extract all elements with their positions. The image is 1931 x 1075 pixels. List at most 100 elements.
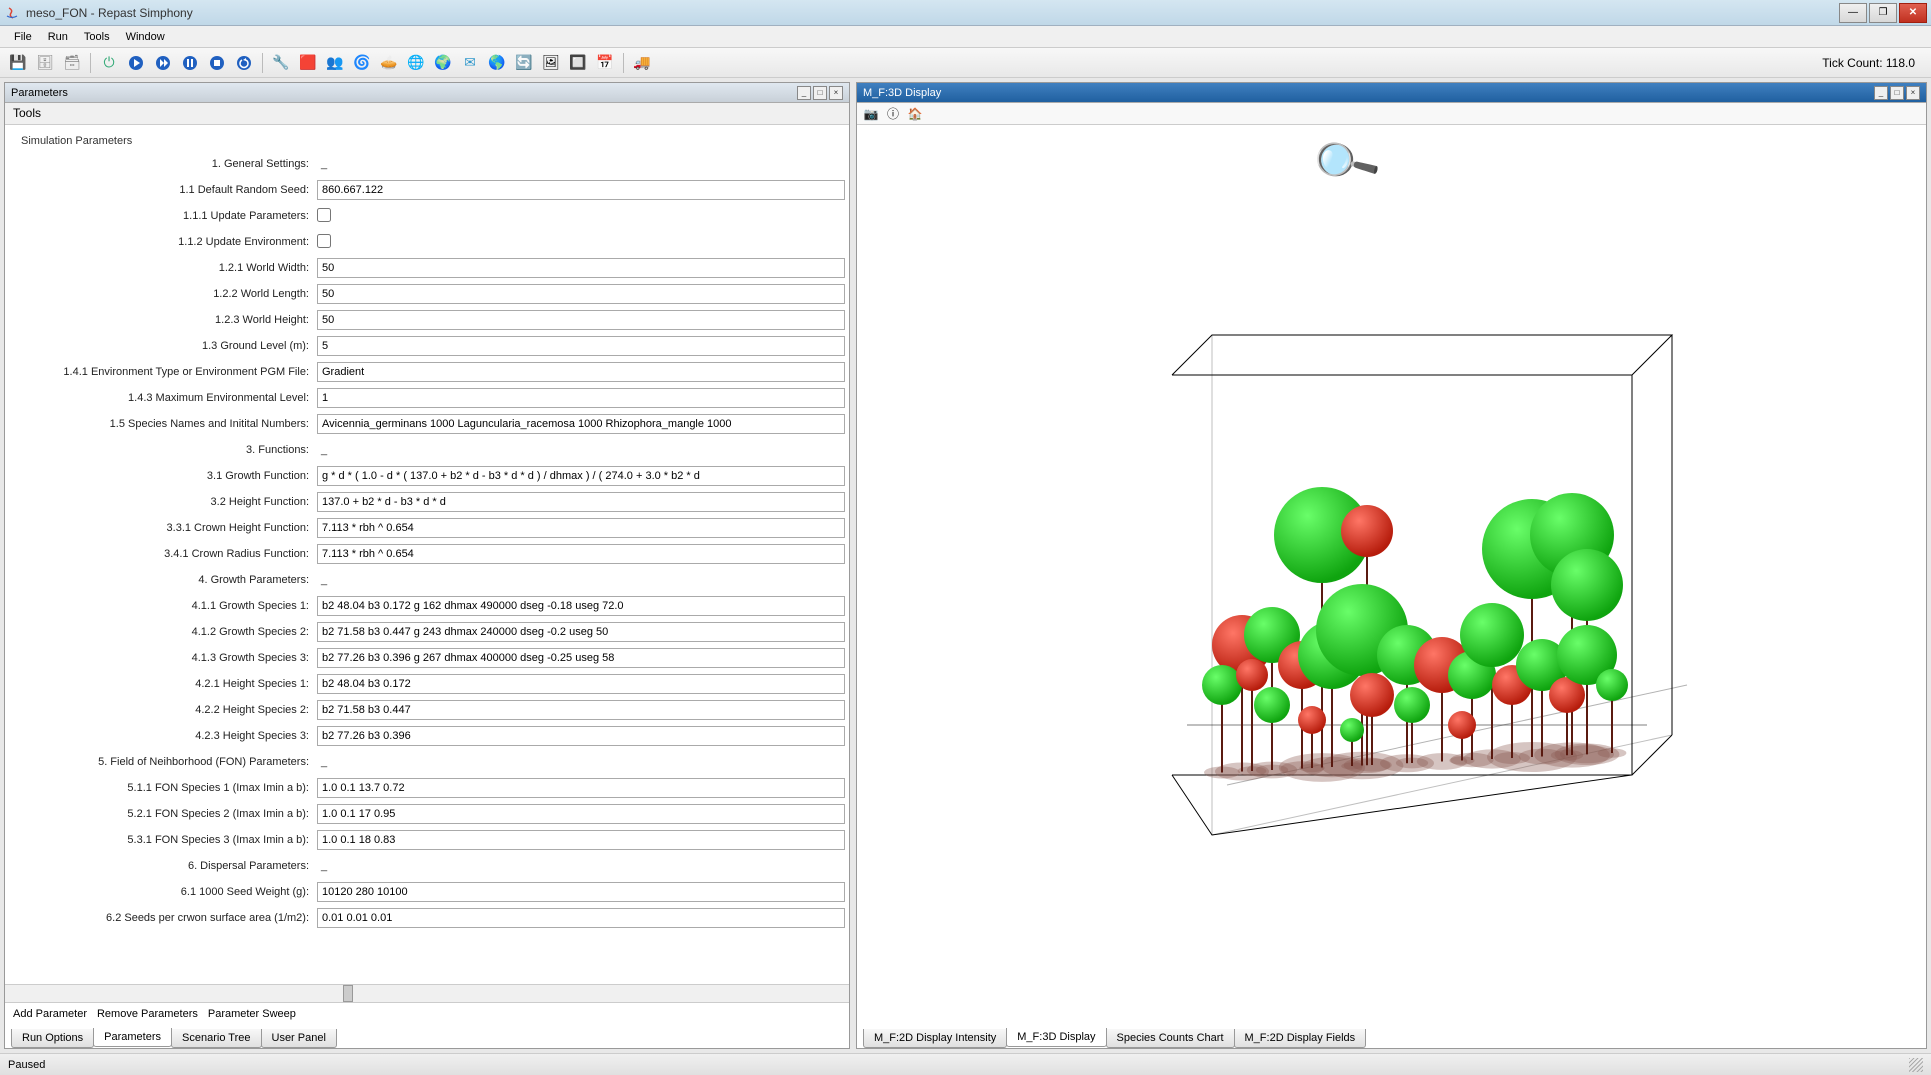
param-input[interactable] xyxy=(317,284,845,304)
param-input[interactable] xyxy=(317,388,845,408)
fieldset-label: Simulation Parameters xyxy=(9,131,845,151)
param-input[interactable] xyxy=(317,622,845,642)
param-checkbox[interactable] xyxy=(317,208,331,222)
param-row: 3. Functions:_ xyxy=(9,437,845,463)
toolbar: 💾 🗄 🗃 ⏻ 🔧 🟥 👥 🌀 🥧 🌐 🌍 ✉ 🌎 🔄 🖼 🔲 📅 🚚 Tick… xyxy=(0,48,1931,78)
camera-icon[interactable]: 📷 xyxy=(863,106,879,122)
maximize-button[interactable]: ❐ xyxy=(1869,3,1897,23)
param-input[interactable] xyxy=(317,466,845,486)
tab[interactable]: User Panel xyxy=(261,1029,337,1048)
power-icon[interactable]: ⏻ xyxy=(97,51,121,75)
resize-grip-icon[interactable] xyxy=(1909,1058,1923,1072)
param-input[interactable] xyxy=(317,492,845,512)
param-input[interactable] xyxy=(317,648,845,668)
param-checkbox[interactable] xyxy=(317,234,331,248)
param-row: 1.2.2 World Length: xyxy=(9,281,845,307)
save-icon[interactable]: 💾 xyxy=(6,51,30,75)
param-input[interactable] xyxy=(317,596,845,616)
param-label: 4.1.1 Growth Species 1: xyxy=(9,600,317,612)
right-tabstrip: M_F:2D Display IntensityM_F:3D DisplaySp… xyxy=(857,1024,1926,1048)
param-input[interactable] xyxy=(317,778,845,798)
tool-mail-icon[interactable]: ✉ xyxy=(458,51,482,75)
menu-file[interactable]: File xyxy=(6,29,40,45)
param-input[interactable] xyxy=(317,726,845,746)
menu-run[interactable]: Run xyxy=(40,29,76,45)
tool-world-icon[interactable]: 🌎 xyxy=(485,51,509,75)
tab[interactable]: M_F:2D Display Fields xyxy=(1234,1029,1367,1048)
tool-refresh-icon[interactable]: 🔄 xyxy=(512,51,536,75)
param-input[interactable] xyxy=(317,804,845,824)
param-row: 1.2.1 World Width: xyxy=(9,255,845,281)
minimize-button[interactable]: — xyxy=(1839,3,1867,23)
play-icon[interactable] xyxy=(124,51,148,75)
info-icon[interactable]: ⓘ xyxy=(885,106,901,122)
remove-parameters-link[interactable]: Remove Parameters xyxy=(97,1008,198,1020)
panel-maximize-icon[interactable]: □ xyxy=(813,86,827,100)
menu-tools[interactable]: Tools xyxy=(76,29,118,45)
close-button[interactable]: ✕ xyxy=(1899,3,1927,23)
param-input[interactable] xyxy=(317,180,845,200)
param-input[interactable] xyxy=(317,362,845,382)
tab[interactable]: Species Counts Chart xyxy=(1106,1029,1235,1048)
param-static-value: _ xyxy=(317,444,845,456)
param-row: 6.2 Seeds per crwon surface area (1/m2): xyxy=(9,905,845,931)
param-input[interactable] xyxy=(317,882,845,902)
tab[interactable]: Parameters xyxy=(93,1028,172,1047)
tool-image-icon[interactable]: 🖼 xyxy=(539,51,563,75)
tool-people-icon[interactable]: 👥 xyxy=(323,51,347,75)
add-parameter-link[interactable]: Add Parameter xyxy=(13,1008,87,1020)
parameters-panel: Parameters _ □ × Tools Simulation Parame… xyxy=(4,82,850,1049)
param-label: 4.2.1 Height Species 1: xyxy=(9,678,317,690)
param-input[interactable] xyxy=(317,830,845,850)
param-input[interactable] xyxy=(317,908,845,928)
param-input[interactable] xyxy=(317,544,845,564)
tool-calendar-icon[interactable]: 📅 xyxy=(593,51,617,75)
parameters-scroll[interactable]: Simulation Parameters 1. General Setting… xyxy=(5,125,849,984)
param-label: 4.1.3 Growth Species 3: xyxy=(9,652,317,664)
param-input[interactable] xyxy=(317,518,845,538)
home-icon[interactable]: 🏠 xyxy=(907,106,923,122)
tool-globe1-icon[interactable]: 🌐 xyxy=(404,51,428,75)
param-label: 5.2.1 FON Species 2 (Imax Imin a b): xyxy=(9,808,317,820)
panel-minimize-icon[interactable]: _ xyxy=(797,86,811,100)
tool-grid-icon[interactable]: 🔲 xyxy=(566,51,590,75)
tab[interactable]: Run Options xyxy=(11,1029,94,1048)
tick-count: Tick Count: 118.0 xyxy=(1822,56,1925,70)
param-input[interactable] xyxy=(317,700,845,720)
panel-maximize-icon[interactable]: □ xyxy=(1890,86,1904,100)
save-stack-icon[interactable]: 🗄 xyxy=(33,51,57,75)
param-input[interactable] xyxy=(317,258,845,278)
param-label: 1.3 Ground Level (m): xyxy=(9,340,317,352)
panel-close-icon[interactable]: × xyxy=(829,86,843,100)
stop-icon[interactable] xyxy=(205,51,229,75)
tools-subheader[interactable]: Tools xyxy=(5,103,849,125)
tab[interactable]: M_F:2D Display Intensity xyxy=(863,1029,1007,1048)
horizontal-scrollbar[interactable] xyxy=(5,984,849,1002)
panel-minimize-icon[interactable]: _ xyxy=(1874,86,1888,100)
param-input[interactable] xyxy=(317,336,845,356)
panel-close-icon[interactable]: × xyxy=(1906,86,1920,100)
param-label: 1.2.3 World Height: xyxy=(9,314,317,326)
tool-globe2-icon[interactable]: 🌍 xyxy=(431,51,455,75)
param-row: 1. General Settings:_ xyxy=(9,151,845,177)
tab[interactable]: Scenario Tree xyxy=(171,1029,261,1048)
pause-icon[interactable] xyxy=(178,51,202,75)
tool-colors-icon[interactable]: 🟥 xyxy=(296,51,320,75)
step-icon[interactable] xyxy=(151,51,175,75)
3d-display-canvas[interactable]: 🔍 xyxy=(857,125,1926,1024)
left-tabstrip: Run OptionsParametersScenario TreeUser P… xyxy=(5,1024,849,1048)
param-static-value: _ xyxy=(317,158,845,170)
tool-pie-icon[interactable]: 🥧 xyxy=(377,51,401,75)
param-input[interactable] xyxy=(317,414,845,434)
reset-icon[interactable] xyxy=(232,51,256,75)
tab[interactable]: M_F:3D Display xyxy=(1006,1028,1106,1047)
database-icon[interactable]: 🗃 xyxy=(60,51,84,75)
param-input[interactable] xyxy=(317,310,845,330)
parameter-sweep-link[interactable]: Parameter Sweep xyxy=(208,1008,296,1020)
menu-window[interactable]: Window xyxy=(118,29,173,45)
tool-chart-icon[interactable]: 🌀 xyxy=(350,51,374,75)
tool-truck-icon[interactable]: 🚚 xyxy=(630,51,654,75)
tool-wrench-icon[interactable]: 🔧 xyxy=(269,51,293,75)
param-input[interactable] xyxy=(317,674,845,694)
param-row: 4.2.1 Height Species 1: xyxy=(9,671,845,697)
